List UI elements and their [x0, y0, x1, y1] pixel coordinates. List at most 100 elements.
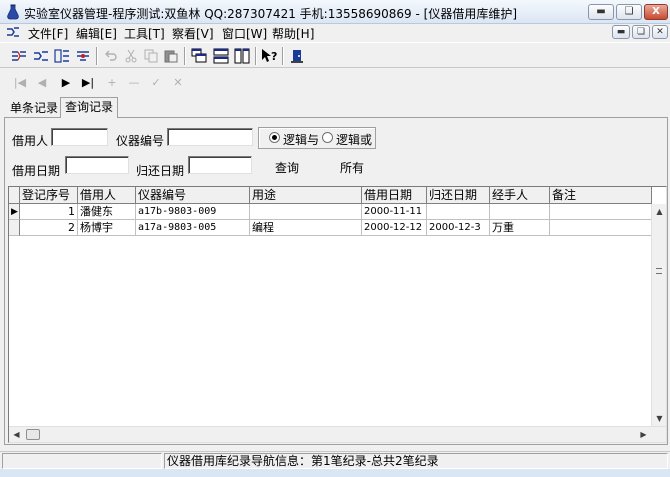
child-close-button[interactable]: ✕	[652, 25, 668, 39]
instrument-no-label: 仪器编号	[116, 134, 165, 148]
minimize-button[interactable]: ▬	[588, 4, 614, 20]
cascade-button[interactable]	[190, 47, 208, 65]
logic-or-radio[interactable]	[322, 132, 333, 143]
main-toolbar: ?	[0, 42, 670, 68]
menu-file[interactable]: 文件[F]	[28, 25, 68, 42]
copy-button[interactable]	[142, 47, 160, 65]
cell-purpose[interactable]: 编程	[250, 220, 362, 236]
tile-vertical-button[interactable]	[233, 47, 251, 65]
table-row[interactable]: ▶ 1 潘健东 a17b-9803-009 2000-11-11	[9, 204, 652, 220]
all-button[interactable]: 所有	[340, 159, 364, 176]
return-date-input[interactable]	[188, 156, 252, 174]
vertical-scrollbar[interactable]: ▲ ▼	[651, 204, 666, 426]
tile-horizontal-button[interactable]	[212, 47, 230, 65]
menu-tools[interactable]: 工具[T]	[124, 25, 165, 42]
table-row[interactable]: 2 杨博宇 a17a-9803-005 编程 2000-12-12 2000-1…	[9, 220, 652, 236]
paste-button[interactable]	[162, 47, 180, 65]
cell-id[interactable]: 2	[20, 220, 78, 236]
toolbar-button-2[interactable]	[32, 47, 50, 65]
cell-instrument-no[interactable]: a17a-9803-005	[136, 220, 250, 236]
tab-single-record[interactable]: 单条记录	[6, 99, 62, 118]
borrow-date-input[interactable]	[65, 156, 129, 174]
nav-cancel-button[interactable]: ✕	[170, 75, 186, 91]
cell-borrower[interactable]: 杨博宇	[78, 220, 136, 236]
tab-query-records[interactable]: 查询记录	[60, 97, 119, 118]
svg-text:?: ?	[271, 50, 277, 63]
nav-first-button[interactable]: |◀	[12, 75, 28, 91]
insert-record-icon: +	[107, 76, 117, 89]
query-button[interactable]: 查询	[275, 159, 299, 176]
child-restore-button[interactable]: ❏	[632, 25, 650, 39]
cancel-record-icon: ✕	[173, 76, 183, 89]
horizontal-scrollbar[interactable]: ◀ ▶	[9, 426, 666, 442]
nav-insert-button[interactable]: +	[104, 75, 120, 91]
menu-view[interactable]: 察看[V]	[172, 25, 214, 42]
child-minimize-button[interactable]: ▬	[612, 25, 630, 39]
nav-post-button[interactable]: ✓	[148, 75, 164, 91]
return-date-label: 归还日期	[136, 164, 185, 178]
cell-borrower[interactable]: 潘健东	[78, 204, 136, 220]
nav-next-button[interactable]: ▶	[58, 75, 74, 91]
column-header[interactable]: 借用人	[78, 187, 136, 204]
logic-and-label[interactable]: 逻辑与	[283, 131, 319, 148]
toolbar-button-3[interactable]	[53, 47, 71, 65]
app-icon	[7, 4, 19, 20]
tile-vertical-icon	[234, 48, 250, 64]
column-header[interactable]: 仪器编号	[136, 187, 250, 204]
exit-button[interactable]	[288, 47, 306, 65]
cell-borrow-date[interactable]: 2000-11-11	[362, 204, 427, 220]
column-header[interactable]: 登记序号	[20, 187, 78, 204]
copy-icon	[144, 49, 158, 63]
cell-instrument-no[interactable]: a17b-9803-009	[136, 204, 250, 220]
cell-return-date[interactable]: 2000-12-3	[427, 220, 490, 236]
scroll-down-icon[interactable]: ▼	[652, 411, 666, 426]
cell-remark[interactable]	[550, 220, 652, 236]
scroll-up-icon[interactable]: ▲	[652, 204, 666, 219]
close-button[interactable]: X	[644, 4, 668, 20]
logic-and-radio[interactable]	[269, 132, 280, 143]
menu-edit[interactable]: 编辑[E]	[76, 25, 117, 42]
cell-purpose[interactable]	[250, 204, 362, 220]
borrower-input[interactable]	[51, 128, 108, 146]
scroll-right-icon[interactable]: ▶	[636, 427, 651, 442]
minimize-icon: ▬	[616, 27, 626, 37]
cell-return-date[interactable]	[427, 204, 490, 220]
context-help-button[interactable]: ?	[261, 47, 279, 65]
column-header[interactable]: 备注	[550, 187, 652, 204]
instrument-no-input[interactable]	[167, 128, 253, 146]
connect-icon	[34, 51, 48, 61]
cell-borrow-date[interactable]: 2000-12-12	[362, 220, 427, 236]
mdi-child-icon[interactable]	[6, 26, 20, 38]
cell-handler[interactable]: 万重	[490, 220, 550, 236]
restore-button[interactable]: ❏	[616, 4, 642, 20]
borrow-date-label: 借用日期	[12, 164, 61, 178]
nav-prior-button[interactable]: ◀	[34, 75, 50, 91]
records-grid[interactable]: 登记序号 借用人 仪器编号 用途 借用日期 归还日期 经手人 备注 ▶ 1 潘健…	[8, 186, 667, 443]
post-record-icon: ✓	[151, 76, 161, 89]
menu-window[interactable]: 窗口[W]	[222, 25, 267, 42]
nav-delete-button[interactable]: —	[126, 75, 142, 91]
column-header[interactable]: 经手人	[490, 187, 550, 204]
cell-id[interactable]: 1	[20, 204, 78, 220]
title-bar: 实验室仪器管理-程序测试:双鱼林 QQ:287307421 手机:1355869…	[0, 0, 670, 24]
logic-or-label[interactable]: 逻辑或	[336, 131, 372, 148]
toolbar-separator	[96, 47, 98, 65]
column-header[interactable]: 用途	[250, 187, 362, 204]
scroll-thumb[interactable]	[26, 429, 40, 440]
cell-handler[interactable]	[490, 204, 550, 220]
toolbar-button-1[interactable]	[10, 47, 28, 65]
undo-button[interactable]	[102, 47, 120, 65]
column-header[interactable]: 借用日期	[362, 187, 427, 204]
cell-remark[interactable]	[550, 204, 652, 220]
menu-help[interactable]: 帮助[H]	[272, 25, 314, 42]
scroll-left-icon[interactable]: ◀	[9, 427, 24, 442]
column-header[interactable]: 归还日期	[427, 187, 490, 204]
prior-record-icon: ◀	[37, 76, 47, 89]
database-icon	[77, 51, 89, 61]
cut-button[interactable]	[122, 47, 140, 65]
toolbar-button-4[interactable]	[74, 47, 92, 65]
next-record-icon: ▶	[61, 76, 71, 89]
relation-icon	[54, 49, 69, 63]
nav-last-button[interactable]: ▶|	[80, 75, 96, 91]
scroll-thumb[interactable]	[656, 268, 662, 274]
